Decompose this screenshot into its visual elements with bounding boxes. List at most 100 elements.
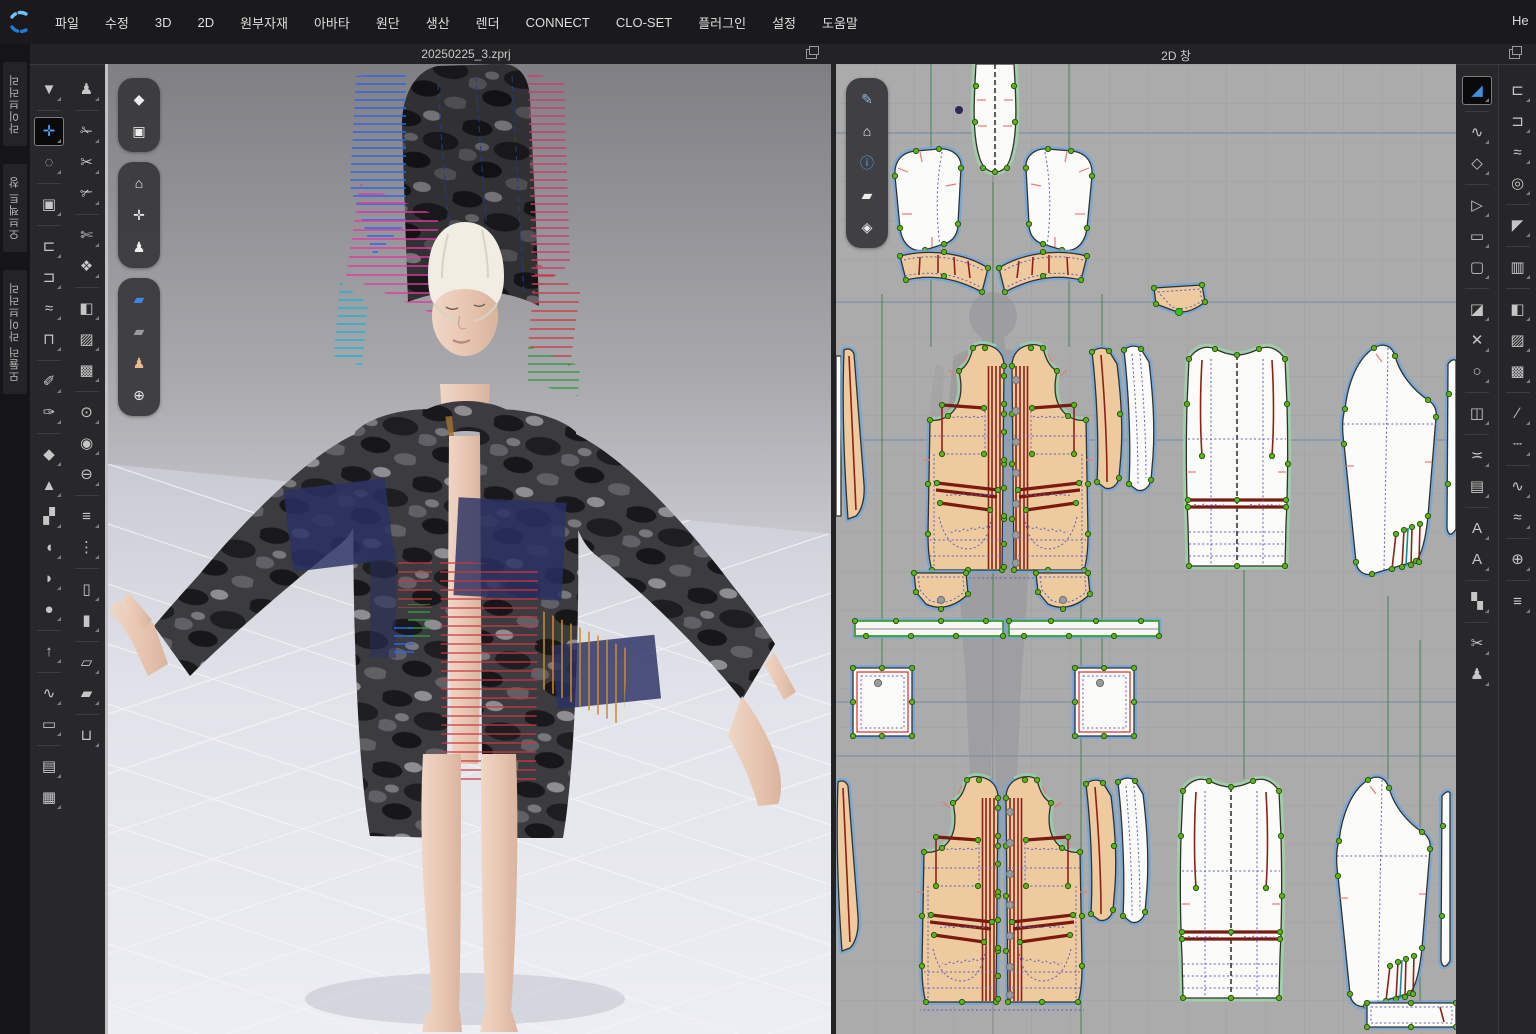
pleat-fold-button[interactable]: ▚ [1462,587,1492,616]
pattern-sleeve-partial[interactable] [1445,360,1456,534]
show-sewing-button[interactable]: ◎ [1503,169,1533,198]
pattern-cuff-strip[interactable] [1364,1000,1456,1029]
window-3d-float-icon[interactable] [806,49,817,59]
edit-stylus-button[interactable]: ✎ [853,86,881,112]
2d-menu-item[interactable]: 2D [186,9,225,36]
pin-button[interactable]: ✐ [34,367,64,396]
elastic-button[interactable]: ≈ [1503,503,1533,532]
texture-shirt-edit-button[interactable]: ▨ [1503,326,1533,355]
buttonhole-button[interactable]: ⊖ [72,460,102,489]
materials-menu-item[interactable]: 원부자재 [229,7,299,38]
texture-shirt-edit-button[interactable]: ▨ [72,325,102,354]
viewport-2d[interactable]: .glow{fill:none;stroke:#6fa7dc;stroke-wi… [836,64,1456,1034]
show-avatar-button[interactable]: ♟ [125,234,153,260]
mn-sewing-button[interactable]: ≈ [1503,138,1533,167]
elastic-edit-button[interactable]: ∿ [1503,472,1533,501]
texture-bucket-button[interactable]: ◧ [72,294,102,323]
activate-cloth-button[interactable]: ✂ [72,148,102,177]
zipper-button[interactable]: ≡ [72,502,102,531]
pattern-pocket-square[interactable] [850,665,914,738]
basting-button[interactable]: ┄ [1503,430,1533,459]
3d-menu-item[interactable]: 3D [144,9,183,36]
scene-3d[interactable] [108,64,831,1034]
edit-curvature-button[interactable]: ∿ [1462,118,1492,147]
garment-measure-button[interactable]: ▤ [34,752,64,781]
drape-avatar-button[interactable]: ● [34,595,64,624]
texture-shirt-button[interactable]: ▩ [72,356,102,385]
avatar-motion-button[interactable]: ♟ [72,75,102,104]
select-lasso-button[interactable]: ◌ [34,148,64,177]
show-fabric-button[interactable]: ▰ [853,182,881,208]
connect-menu-item[interactable]: CONNECT [515,9,601,36]
fold-arrangement-button[interactable]: ◆ [34,440,64,469]
garment-texture-style-button[interactable]: ▣ [125,118,153,144]
pattern-hood-center[interactable] [972,64,1017,175]
pattern-info-button[interactable]: ⓘ [853,150,881,176]
fuse-iron-button[interactable]: ◤ [1503,211,1533,240]
zipper-puller-button[interactable]: ⋮ [72,533,102,562]
show-shirt-button[interactable]: ▥ [1503,253,1533,282]
create-internal-rectangle-button[interactable]: ▢ [1462,253,1492,282]
segment-sewing-button[interactable]: ⊏ [34,232,64,261]
bias-tape-edit-button[interactable]: ▱ [72,648,102,677]
tape-measure-button[interactable]: ∿ [34,679,64,708]
production-menu-item[interactable]: 생산 [415,7,461,38]
fit-to-avatar-button[interactable]: ▣ [34,190,64,219]
create-rectangle-button[interactable]: ▭ [1462,222,1492,251]
pattern-top-side-right[interactable] [1023,146,1094,252]
edit-annotation-button[interactable]: A [1462,514,1492,543]
clone-pattern-button[interactable]: ♟ [1462,660,1492,689]
simulate-button[interactable]: ▼ [34,75,64,104]
window-2d-float-icon[interactable] [1509,49,1520,59]
show-garment-button[interactable]: ⌂ [125,170,153,196]
show-environment-button[interactable]: ⊕ [125,382,153,408]
viewport-3d[interactable]: ◆▣ ⌂✛♟ ▰▰♟⊕ [108,64,831,1034]
pleat-press-button[interactable]: ≡ [1503,587,1533,616]
pattern-top-side-left[interactable] [892,146,963,252]
clo-set-menu-item[interactable]: CLO-SET [605,9,683,36]
edit-menu-item[interactable]: 수정 [94,7,140,38]
trace-outline-button[interactable]: ○ [1462,357,1492,386]
render-menu-item[interactable]: 렌더 [465,7,511,38]
fabric-roll-button[interactable]: ▮ [72,606,102,635]
wrap-rotate-button[interactable]: ◗ [34,564,64,593]
transform-pattern-button[interactable]: ◢ [1462,76,1492,105]
seam-line-button[interactable]: ◫ [1462,399,1492,428]
file-menu-item[interactable]: 파일 [44,7,90,38]
plugin-menu-item[interactable]: 플러그인 [687,7,757,38]
solidify-garment-button[interactable]: ▲ [34,471,64,500]
cut-and-sew-button[interactable]: ✂ [1462,629,1492,658]
fabric-roll-edit-button[interactable]: ▯ [72,575,102,604]
modular-library-tab[interactable]: 모듈러 라이브러리 [3,270,27,394]
show-garment-button[interactable]: ⌂ [853,118,881,144]
create-polygon-button[interactable]: ▷ [1462,191,1492,220]
free-sewing-button[interactable]: ⊐ [34,263,64,292]
object-window-tab[interactable]: 오브젝트 창 [3,164,27,252]
segment-sewing-button[interactable]: ⊏ [1503,76,1533,105]
show-fabric-button[interactable]: ▰ [125,286,153,312]
free-sewing-button[interactable]: ⊐ [1503,107,1533,136]
button-button[interactable]: ◉ [72,429,102,458]
avatar-menu-item[interactable]: 아바타 [303,7,361,38]
show-avatar-skin-button[interactable]: ♟ [125,350,153,376]
pattern-pocket-square-right[interactable] [1072,665,1136,738]
settings-menu-item[interactable]: 설정 [761,7,807,38]
notch-button[interactable]: ≍ [1462,441,1492,470]
lift-pattern-button[interactable]: ↑ [34,637,64,666]
show-fabric-off-button[interactable]: ▰ [125,318,153,344]
fabric-menu-item[interactable]: 원단 [365,7,411,38]
zoom-pattern-button[interactable]: ⊕ [1503,545,1533,574]
pattern-belt-strip[interactable] [852,618,1161,638]
library-tab[interactable]: 라이브러리 [3,62,27,146]
trace-cross-button[interactable]: ✕ [1462,326,1492,355]
grading-button[interactable]: ▤ [1462,472,1492,501]
strengthen-cloth-button[interactable]: ✄ [72,221,102,250]
freeze-cloth-button[interactable]: ✃ [72,179,102,208]
edit-pattern-button[interactable]: ◇ [1462,149,1492,178]
pattern-back[interactable] [1184,346,1290,568]
wrap-fabric-button[interactable]: ◖ [34,533,64,562]
select-move-button[interactable]: ✛ [34,117,64,146]
show-pins-button[interactable]: ✛ [125,202,153,228]
bias-tape-button[interactable]: ▰ [72,679,102,708]
button-place-button[interactable]: ⊙ [72,398,102,427]
